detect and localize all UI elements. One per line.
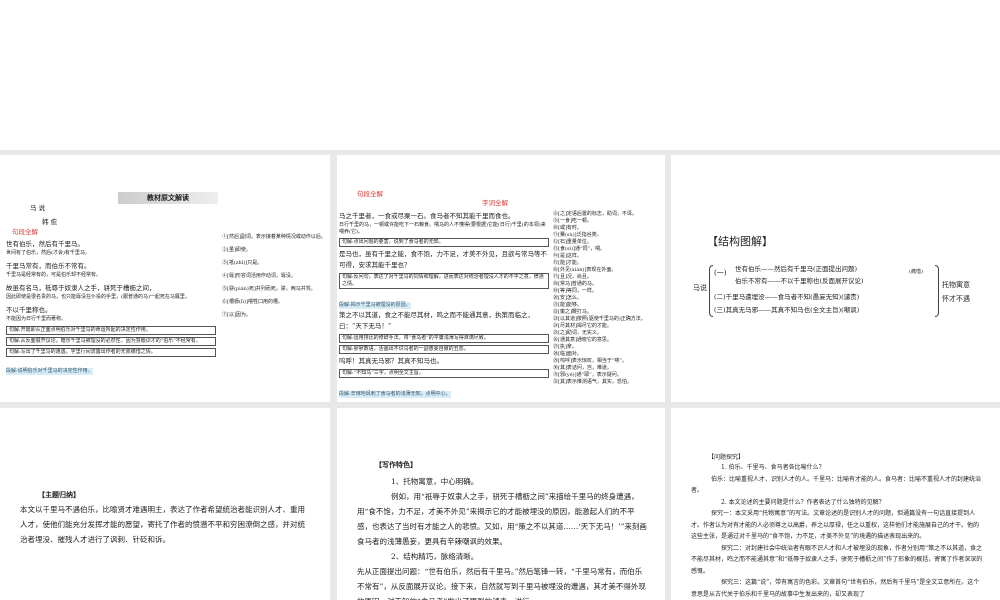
- author: 韩 愈: [42, 218, 58, 226]
- glossary-item: ⑩[或]有时。: [553, 225, 582, 231]
- glossary-item: ㉙[呜呼]表示惊叹，相当于“唉”。: [553, 358, 628, 364]
- answer: 探究三：这篇“说”，带有寓言的色彩。文章首句“世有伯乐，然后有千里马”是全文立意…: [691, 579, 980, 598]
- glossary-item: ⑯[外见(xiàn)]表现在外面。: [553, 267, 617, 273]
- translation: 因此即使是很名贵的马，也只能辱没在仆役的手里，(跟普通的马)一起死在马厩里，: [6, 294, 190, 300]
- translation: 千里马是经常有的，可是伯乐却不经常有。: [6, 272, 102, 278]
- glossary-item: ㉗[执]拿。: [553, 344, 577, 350]
- glossary-item: ㉔[尽其材]竭尽它的才能。: [553, 323, 612, 329]
- glossary-item: ⑳[安]怎么。: [553, 295, 582, 301]
- glossary-item: ①[然后]副词，表示接着某种情况或动作以后。: [222, 234, 326, 240]
- brace: [709, 265, 713, 317]
- glossary-item: ⑬[食(sì)]通“饲”，喂。: [553, 246, 606, 252]
- note-box: 句解:从反面展开议论，暗示千里马被埋没的必然性，因为慧眼识才的“伯乐”不经常有。: [6, 337, 216, 346]
- heading: 【问题探究】: [708, 454, 745, 461]
- slide-thumbnail-6[interactable]: 【问题探究】 1. 伯乐、千里马、食马者各比喻什么？ 伯乐：比喻重视人才、识别人…: [671, 408, 1000, 600]
- heading: 【主题归纳】: [38, 490, 80, 499]
- glossary-item: ㉚[其]表诘问，岂，难道。: [553, 365, 612, 371]
- paragraph: 先从正面提出问题：“世有伯乐，然后有千里马。”然后笔锋一转，“千里马常有，而伯乐…: [357, 567, 646, 600]
- answer: 探究一：本文采用“托物寓意”的写法。文章论述的是识别人才的问题，但通篇没有一句话…: [691, 510, 980, 540]
- line: 是马也，虽有千里之能，食不饱，力不足，才美不外见，且欲与常马等不可得，安求其能千…: [339, 250, 547, 269]
- line: 不以千里称也。: [6, 306, 52, 314]
- note-box: 句解:寥寥数语，活画出不识马者的一副愚妄自傲的丑态。: [339, 345, 549, 354]
- brace: [935, 265, 939, 317]
- glossary-item: ⑲[等]等同，一样。: [553, 288, 597, 294]
- glossary-item: ㉓[以其道]按照(驱使千里马的)正确方法。: [553, 316, 646, 322]
- translation: 世间有了伯乐，然后(才会)有千里马。: [6, 250, 90, 256]
- diagram-line: 伯乐不常有——不以千里称也(反面展开议论): [735, 277, 864, 285]
- glossary-item: ㉕[之]助词，无实义。: [553, 330, 602, 336]
- glossary-item: ⑱[常马]普通的马。: [553, 281, 597, 287]
- diagram-line: 世有伯乐——然后有千里马(正面提出问题): [735, 265, 858, 273]
- note-box: 句解:开篇即从正面点明伯乐对千里马的命运所起的决定性作用。: [6, 326, 216, 335]
- section-label: 句段全解: [357, 190, 383, 198]
- glossary-item: ⑤[骈(pián)死]并列而死。骈，两马并驾。: [222, 286, 316, 292]
- line: 策之不以其道，食之不能尽其材，鸣之而不能通其意，执策而临之，曰：“天下无马！”: [339, 311, 534, 330]
- slide-thumbnail-2[interactable]: 句段全解 字词全解 马之千里者，一食或尽粟一石。食马者不知其能千里而食也。 日行…: [337, 155, 665, 402]
- diagram-root: 马说: [693, 284, 707, 292]
- slide-thumbnail-1[interactable]: 教材原文解读 马 说 韩 愈 句段全解 世有伯乐，然后有千里马。 世间有了伯乐，…: [0, 155, 330, 402]
- glossary-item: ⑦[以]因为。: [222, 312, 251, 318]
- paragraph: 例如，用“祇辱于奴隶人之手，骈死于槽枥之间”来描绘千里马的终身遭遇，用“食不饱，…: [357, 492, 647, 546]
- diagram-note: (痛惜): [909, 269, 923, 275]
- line: 呜呼！其真无马邪？其真不知马也。: [339, 357, 443, 365]
- glossary-item: ㉘[临]面对。: [553, 351, 582, 357]
- glossary-item: ⑥[槽枥(lì)]喂牲口用的槽。: [222, 299, 284, 305]
- slide-thumbnail-3[interactable]: 【结构图解】 马说 (一) 世有伯乐——然后有千里马(正面提出问题) 伯乐不常有…: [671, 155, 1000, 402]
- translation: 不能因为日行千里而著称。: [6, 316, 67, 322]
- text-title: 马 说: [30, 204, 46, 212]
- conclusion: 怀才不遇: [942, 295, 970, 303]
- glossary-item: ⑪[粟(sù)]泛指谷类。: [553, 232, 602, 238]
- banner-title: 教材原文解读: [118, 192, 218, 204]
- paragraph-summary: 段解:揭示千里马被埋没的原因。: [339, 302, 411, 309]
- glossary-item: ㉑[能]能够。: [553, 302, 582, 308]
- slide-thumbnail-5[interactable]: 【写作特色】 1、托物寓意，中心明确。 例如，用“祇辱于奴隶人之手，骈死于槽枥之…: [337, 408, 665, 600]
- point-title: 2、结构精巧，脉络清晰。: [391, 552, 479, 561]
- question: 2. 本文论述的主要问题是什么？作者表达了什么独特的见解？: [721, 498, 885, 506]
- diagram-line: (三)其真无马邪——其真不知马也(全文主旨)(嘲讽): [714, 306, 860, 314]
- heading: 【结构图解】: [707, 235, 773, 248]
- glossary-item: ⑧[之]定语后置的标志，助词，不译。: [553, 211, 637, 217]
- conclusion: 托物寓意: [942, 281, 970, 289]
- line: 马之千里者，一食或尽粟一石。食马者不知其能千里而食也。: [339, 212, 515, 220]
- line: 世有伯乐，然后有千里马。: [6, 240, 84, 248]
- section-label: 句段全解: [12, 228, 38, 236]
- note-box: 句解:点出问题的要害，说到了食马者的无知。: [339, 238, 549, 247]
- glossary-item: ②[虽]即使。: [222, 247, 251, 253]
- glossary-item: ⑭[是]这样。: [553, 253, 582, 259]
- line: 千里马常有，而伯乐不常有。: [6, 262, 91, 270]
- line: 故虽有名马，祗辱于奴隶人之手，骈死于槽枥之间，: [6, 284, 156, 292]
- glossary-list: ⑧[之]定语后置的标志，助词，不译。 ⑨[一食]吃一顿。 ⑩[或]有时。 ⑪[粟(sù…: [553, 211, 663, 386]
- paragraph-summary: 段解:说明伯乐对千里马的决定性作用。: [6, 368, 93, 375]
- answer: 探究二：对封建社会中统治者有眼不识人才和人才被埋没的现象，作者分别用“策之不以其…: [691, 544, 983, 575]
- glossary-item: ㉖[通其意]通晓它的意思。: [553, 337, 612, 343]
- question: 1. 伯乐、千里马、食马者各比喻什么？: [721, 464, 825, 471]
- glossary-item: ⑰[且]况，尚且。: [553, 274, 592, 280]
- glossary-item: ㉜[其]表示推测语气，其实，恐怕。: [553, 379, 632, 385]
- glossary-item: ③[祗(zhǐ)]只是。: [222, 260, 263, 266]
- glossary-item: ⑫[石]重量单位。: [553, 239, 592, 245]
- glossary-item: ㉒[策之]鞭打马。: [553, 309, 592, 315]
- answer: 伯乐：比喻重视人才、识别人才的人。千里马：比喻有才能的人。食马者：比喻不重视人才…: [691, 475, 982, 495]
- slide-thumbnail-4[interactable]: 【主题归纳】 本文以千里马不遇伯乐，比喻贤才难遇明主，表达了作者希望统治者能识别…: [0, 408, 330, 600]
- part-1: (一): [714, 269, 727, 277]
- glossary-item: ㉛[邪(yé)]通“耶”，表示疑问。: [553, 372, 622, 378]
- note-box: 句解:“不知马”三字，点明全文主旨。: [339, 369, 549, 378]
- note-box: 句解:写出了千里马的遭遇，字里行间流露出作者的无限痛惜之情。: [6, 348, 216, 357]
- section-label: 字词全解: [482, 199, 508, 207]
- glossary-item: ④[辱]形容词活用作动词，辱没。: [222, 273, 296, 279]
- paragraph-summary: 段解:辛辣地讽刺了食马者的浅薄无知，点明中心。: [339, 391, 451, 398]
- slide-sorter: 教材原文解读 马 说 韩 愈 句段全解 世有伯乐，然后有千里马。 世间有了伯乐，…: [0, 150, 1000, 600]
- note-box: 句解:反问句，表达了对千里马的同情和理解，进而表达对统治者埋没人才的不平之意，愤…: [339, 273, 549, 289]
- glossary-item: ⑨[一食]吃一顿。: [553, 218, 592, 224]
- point-title: 1、托物寓意，中心明确。: [391, 477, 479, 486]
- theme-text: 本文以千里马不遇伯乐，比喻贤才难遇明主，表达了作者希望统治者能识别人才、重用人才…: [20, 505, 305, 544]
- translation: 日行千里的马，一顿或许能吃下一石粮食。喂马的人不懂得(要根据)它能(日行)千里(…: [339, 222, 546, 235]
- diagram-line: (二)千里马遭埋没——食马者不知(愚妄无知)(谴责): [714, 293, 860, 301]
- note-box: 句解:运用排比的修辞手法，将“食马者”的平庸浅薄写得淋漓尽致。: [339, 334, 549, 343]
- heading: 【写作特色】: [375, 460, 417, 469]
- glossary-item: ⑮[能]才能。: [553, 260, 582, 266]
